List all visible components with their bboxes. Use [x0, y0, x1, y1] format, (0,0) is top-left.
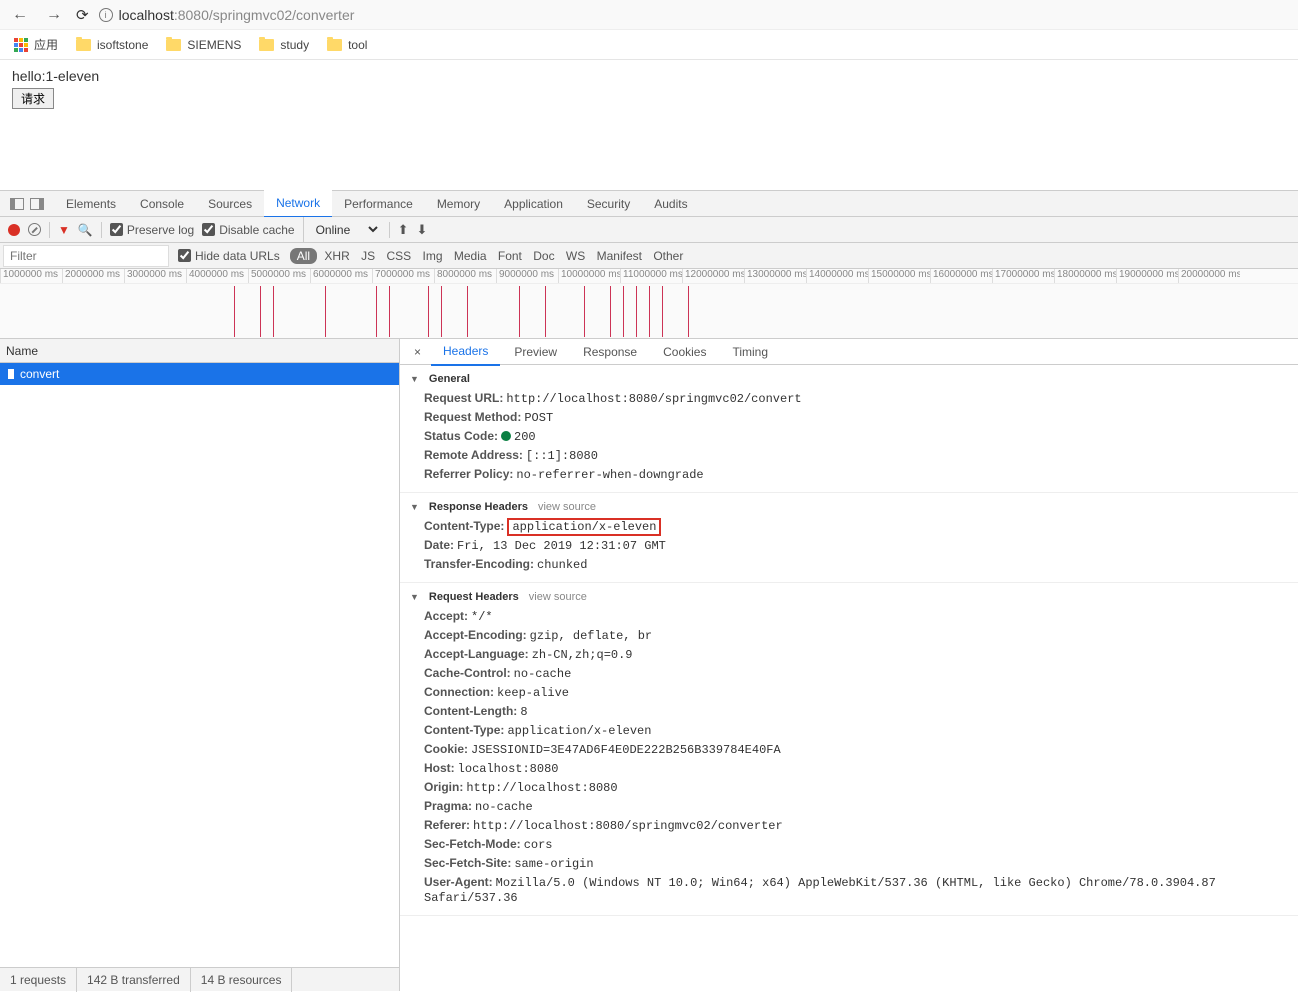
tab-network[interactable]: Network	[264, 190, 332, 218]
tab-sources[interactable]: Sources	[196, 191, 264, 217]
waterfall-timeline[interactable]: 1000000 ms2000000 ms3000000 ms4000000 ms…	[0, 269, 1298, 339]
bookmark-siemens[interactable]: SIEMENS	[166, 38, 241, 52]
apps-shortcut[interactable]: 应用	[14, 36, 58, 53]
network-body: Name convert 1 requests 142 B transferre…	[0, 339, 1298, 991]
inspect-icon[interactable]	[10, 198, 24, 210]
request-button[interactable]: 请求	[12, 88, 54, 109]
status-transferred: 142 B transferred	[77, 968, 191, 992]
filter-manifest[interactable]: Manifest	[593, 247, 646, 265]
device-toggle-icon[interactable]	[30, 198, 44, 210]
search-icon[interactable]: 🔍	[78, 223, 93, 237]
preserve-log-checkbox[interactable]: Preserve log	[110, 223, 194, 237]
request-detail: × Headers Preview Response Cookies Timin…	[400, 339, 1298, 991]
detail-tab-cookies[interactable]: Cookies	[651, 339, 718, 365]
tab-elements[interactable]: Elements	[54, 191, 128, 217]
address-bar[interactable]: i localhost:8080/springmvc02/converter	[99, 0, 1290, 29]
filter-img[interactable]: Img	[418, 247, 446, 265]
filter-bar: Hide data URLs All XHR JS CSS Img Media …	[0, 243, 1298, 269]
section-response-headers: ▼Response Headersview source Content-Typ…	[400, 493, 1298, 583]
site-info-icon[interactable]: i	[99, 8, 113, 22]
reload-button[interactable]: ⟳	[76, 6, 89, 24]
tab-memory[interactable]: Memory	[425, 191, 492, 217]
timeline-ticks: 1000000 ms2000000 ms3000000 ms4000000 ms…	[0, 269, 1298, 283]
filter-all[interactable]: All	[290, 248, 317, 264]
filter-media[interactable]: Media	[450, 247, 491, 265]
filter-font[interactable]: Font	[494, 247, 526, 265]
detail-tab-preview[interactable]: Preview	[502, 339, 569, 365]
tab-performance[interactable]: Performance	[332, 191, 425, 217]
url-path: /springmvc02/converter	[209, 7, 355, 23]
import-button[interactable]: ⬆	[398, 222, 409, 238]
bookmarks-bar: 应用 isoftstone SIEMENS study tool	[0, 30, 1298, 60]
url-port: :8080	[174, 7, 209, 23]
bookmark-isoftstone[interactable]: isoftstone	[76, 38, 148, 52]
bookmark-study[interactable]: study	[259, 38, 309, 52]
folder-icon	[76, 39, 91, 51]
chevron-down-icon: ▼	[410, 374, 419, 384]
tab-application[interactable]: Application	[492, 191, 575, 217]
devtools-panel: Elements Console Sources Network Perform…	[0, 190, 1298, 991]
apps-icon	[14, 38, 28, 52]
section-general: ▼General Request URL:http://localhost:80…	[400, 365, 1298, 493]
back-button[interactable]: ←	[8, 6, 32, 24]
view-source-link[interactable]: view source	[529, 591, 587, 603]
filter-css[interactable]: CSS	[382, 247, 415, 265]
filter-doc[interactable]: Doc	[529, 247, 558, 265]
detail-tab-response[interactable]: Response	[571, 339, 649, 365]
filter-xhr[interactable]: XHR	[320, 247, 353, 265]
section-request-headers: ▼Request Headersview source Accept:*/* A…	[400, 583, 1298, 916]
browser-toolbar: ← → ⟳ i localhost:8080/springmvc02/conve…	[0, 0, 1298, 30]
page-content: hello:1-eleven 请求	[0, 60, 1298, 190]
disable-cache-checkbox[interactable]: Disable cache	[202, 223, 294, 237]
filter-input[interactable]	[4, 246, 168, 266]
close-detail-button[interactable]: ×	[406, 345, 429, 359]
record-button[interactable]	[8, 224, 20, 236]
tab-security[interactable]: Security	[575, 191, 642, 217]
filter-ws[interactable]: WS	[562, 247, 589, 265]
filter-js[interactable]: JS	[357, 247, 379, 265]
apps-label: 应用	[34, 36, 58, 53]
chevron-down-icon: ▼	[410, 502, 419, 512]
filter-types: All XHR JS CSS Img Media Font Doc WS Man…	[290, 249, 688, 263]
url-host: localhost	[119, 7, 174, 23]
network-status-bar: 1 requests 142 B transferred 14 B resour…	[0, 967, 399, 991]
clear-button[interactable]	[28, 223, 41, 236]
export-button[interactable]: ⬇	[417, 222, 428, 238]
filter-other[interactable]: Other	[649, 247, 687, 265]
devtools-tabs: Elements Console Sources Network Perform…	[0, 191, 1298, 217]
request-list: Name convert 1 requests 142 B transferre…	[0, 339, 400, 991]
tab-console[interactable]: Console	[128, 191, 196, 217]
hide-data-urls-checkbox[interactable]: Hide data URLs	[178, 249, 280, 263]
folder-icon	[166, 39, 181, 51]
network-toolbar: ▼ 🔍 Preserve log Disable cache Online ⬆ …	[0, 217, 1298, 243]
status-requests: 1 requests	[0, 968, 77, 992]
detail-tabs: × Headers Preview Response Cookies Timin…	[400, 339, 1298, 365]
chevron-down-icon: ▼	[410, 592, 419, 602]
folder-icon	[327, 39, 342, 51]
filter-icon[interactable]: ▼	[58, 223, 70, 237]
detail-tab-timing[interactable]: Timing	[720, 339, 780, 365]
throttling-select[interactable]: Online	[303, 217, 381, 242]
status-resources: 14 B resources	[191, 968, 293, 992]
forward-button[interactable]: →	[42, 6, 66, 24]
view-source-link[interactable]: view source	[538, 501, 596, 513]
bookmark-tool[interactable]: tool	[327, 38, 367, 52]
detail-tab-headers[interactable]: Headers	[431, 339, 500, 366]
file-icon	[8, 369, 14, 379]
timeline-body	[0, 283, 1298, 339]
tab-audits[interactable]: Audits	[642, 191, 699, 217]
request-row-convert[interactable]: convert	[0, 363, 399, 385]
highlighted-content-type: application/x-eleven	[507, 518, 661, 536]
hello-text: hello:1-eleven	[12, 68, 1286, 84]
status-dot-icon	[501, 431, 511, 441]
folder-icon	[259, 39, 274, 51]
request-list-header[interactable]: Name	[0, 339, 399, 363]
